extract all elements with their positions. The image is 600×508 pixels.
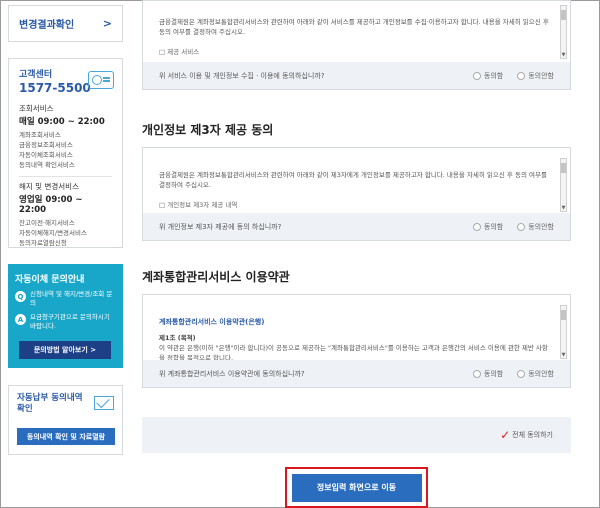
service-terms-content[interactable]: 금융결제원은 계좌정보통합관리서비스와 관련하여 아래와 같이 서비스를 제공하…	[143, 1, 570, 64]
service-terms-item: □ 제공 서비스	[159, 48, 200, 56]
list-item: 금융정보조회서비스	[19, 141, 73, 149]
radio-circle[interactable]	[472, 71, 481, 80]
third-party-disagree-radio[interactable]: 동의안함	[517, 222, 554, 232]
service-consent-radios: 동의함 동의안함	[472, 71, 554, 81]
auto-pay-consent-title: 자동납부 동의내역 확인	[17, 393, 83, 414]
third-party-agree-radio[interactable]: 동의함	[472, 222, 504, 232]
scrollbar[interactable]: ▼	[560, 5, 567, 59]
radio-label: 동의함	[483, 71, 504, 80]
scrollbar[interactable]: ▼	[560, 158, 567, 212]
auto-transfer-q: Q 신청내역 및 해지/변경/조회 문의	[15, 290, 116, 308]
third-party-section-title: 개인정보 제3자 제공 동의	[142, 123, 274, 137]
result-check-label: 변경결과확인	[19, 20, 75, 31]
service-consent-bar: 위 서비스 이용 및 개인정보 수집 · 이용에 동의하십니까? 동의함 동의안…	[143, 62, 570, 89]
third-party-terms-box: 금융결제원은 계좌정보통합관리서비스와 관련하여 아래와 같이 제3자에게 개인…	[142, 147, 571, 241]
service-consent-question: 위 서비스 이용 및 개인정보 수집 · 이용에 동의하십니까?	[159, 71, 325, 80]
account-terms-content[interactable]: 계좌통합관리서비스 이용약관(은행) 제1조 (목적) 이 약관은 은행(이하 …	[143, 295, 570, 362]
auto-transfer-a: A 요금청구기관으로 문의하시기 바랍니다.	[15, 313, 116, 331]
radio-circle[interactable]	[472, 222, 481, 231]
change-service-list: 잔고이전·해지서비스 자동이체해지/변경서비스 동의자료열람신청	[19, 218, 112, 248]
third-party-terms-content[interactable]: 금융결제원은 계좌정보통합관리서비스와 관련하여 아래와 같이 제3자에게 개인…	[143, 148, 570, 215]
divider	[19, 176, 112, 177]
account-consent-question: 위 계좌통합관리서비스 이용약관에 동의하십니까?	[159, 369, 305, 378]
third-party-consent-radios: 동의함 동의안함	[472, 222, 554, 232]
radio-label: 동의안함	[528, 71, 554, 80]
scrollbar-thumb[interactable]	[561, 310, 566, 320]
consent-view-button[interactable]: 동의내역 확인 및 자료열람	[17, 428, 115, 445]
third-party-terms-text: 금융결제원은 계좌정보통합관리서비스와 관련하여 아래와 같이 제3자에게 개인…	[159, 171, 547, 189]
chevron-right-icon: >	[102, 17, 112, 30]
service-agree-radio[interactable]: 동의함	[472, 71, 504, 81]
radio-circle[interactable]	[472, 369, 481, 378]
account-terms-box: 계좌통합관리서비스 이용약관(은행) 제1조 (목적) 이 약관은 은행(이하 …	[142, 294, 571, 388]
change-hours: 영업일 09:00 ~ 22:00	[19, 195, 83, 215]
scroll-down-icon[interactable]: ▼	[561, 52, 566, 58]
auto-pay-consent-panel: 자동납부 동의내역 확인 동의내역 확인 및 자료열람	[8, 385, 123, 455]
radio-label: 동의안함	[528, 369, 554, 378]
inquiry-service-label: 조회서비스	[19, 104, 54, 113]
list-item: 자동이체해지/변경서비스	[19, 229, 87, 237]
radio-circle[interactable]	[517, 369, 526, 378]
service-terms-box: 금융결제원은 계좌정보통합관리서비스와 관련하여 아래와 같이 서비스를 제공하…	[142, 0, 571, 90]
radio-label: 동의안함	[528, 222, 554, 231]
list-item: 계좌조회서비스	[19, 131, 61, 139]
account-agree-radio[interactable]: 동의함	[472, 369, 504, 379]
inquiry-method-button[interactable]: 문의방법 알아보기 >	[19, 341, 111, 359]
service-terms-text: 금융결제원은 계좌정보통합관리서비스와 관련하여 아래와 같이 서비스를 제공하…	[159, 18, 549, 36]
scrollbar-thumb[interactable]	[561, 163, 566, 173]
auto-transfer-title: 자동이체 문의안내	[15, 275, 85, 285]
scroll-down-icon[interactable]: ▼	[561, 352, 566, 358]
third-party-consent-question: 위 개인정보 제3자 제공에 동의 하십니까?	[159, 222, 282, 231]
inquiry-service-list: 계좌조회서비스 금융정보조회서비스 자동이체조회서비스 동의내역 확인서비스	[19, 130, 112, 170]
radio-circle[interactable]	[517, 222, 526, 231]
proceed-highlight: 정보입력 화면으로 이동	[285, 467, 428, 508]
proceed-button[interactable]: 정보입력 화면으로 이동	[291, 473, 422, 502]
account-terms-section-title: 계좌통합관리서비스 이용약관	[142, 270, 290, 284]
radio-label: 동의함	[483, 222, 504, 231]
scrollbar-thumb[interactable]	[561, 10, 566, 20]
account-terms-inner-title: 계좌통합관리서비스 이용약관(은행)	[159, 318, 265, 326]
auto-transfer-panel: 자동이체 문의안내 Q 신청내역 및 해지/변경/조회 문의 A 요금청구기관으…	[8, 264, 123, 368]
list-item: 잔고이전·해지서비스	[19, 219, 75, 227]
account-terms-article: 제1조 (목적)	[159, 334, 196, 342]
account-consent-bar: 위 계좌통합관리서비스 이용약관에 동의하십니까? 동의함 동의안함	[143, 360, 570, 387]
scrollbar[interactable]: ▼	[560, 305, 567, 359]
all-agree-label[interactable]: 전체 동의하기	[512, 430, 553, 440]
checkmark-icon[interactable]: ✓	[500, 428, 510, 442]
third-party-terms-item: □ 개인정보 제3자 제공 내역	[159, 201, 238, 209]
service-disagree-radio[interactable]: 동의안함	[517, 71, 554, 81]
all-agree-bar: ✓ 전체 동의하기	[142, 417, 571, 453]
third-party-consent-bar: 위 개인정보 제3자 제공에 동의 하십니까? 동의함 동의안함	[143, 213, 570, 240]
q-badge-icon: Q	[15, 291, 26, 302]
radio-circle[interactable]	[517, 71, 526, 80]
change-service-label: 해지 및 변경서비스	[19, 182, 79, 191]
list-item: 동의내역 확인서비스	[19, 161, 75, 169]
list-item: 자동이체조회서비스	[19, 151, 73, 159]
inquiry-hours: 매일 09:00 ~ 22:00	[19, 117, 105, 127]
customer-center-panel: 고객센터 1577-5500 조회서비스 매일 09:00 ~ 22:00 계좌…	[8, 58, 123, 248]
list-item: 동의자료열람신청	[19, 239, 67, 247]
envelope-check-icon	[94, 396, 114, 410]
account-disagree-radio[interactable]: 동의안함	[517, 369, 554, 379]
auto-transfer-q-text: 신청내역 및 해지/변경/조회 문의	[30, 290, 113, 307]
a-badge-icon: A	[15, 314, 26, 325]
account-consent-radios: 동의함 동의안함	[472, 369, 554, 379]
customer-card-icon	[88, 71, 114, 89]
auto-transfer-a-text: 요금청구기관으로 문의하시기 바랍니다.	[30, 313, 110, 330]
radio-label: 동의함	[483, 369, 504, 378]
scroll-down-icon[interactable]: ▼	[561, 205, 566, 211]
result-check-link[interactable]: 변경결과확인 >	[8, 5, 123, 42]
